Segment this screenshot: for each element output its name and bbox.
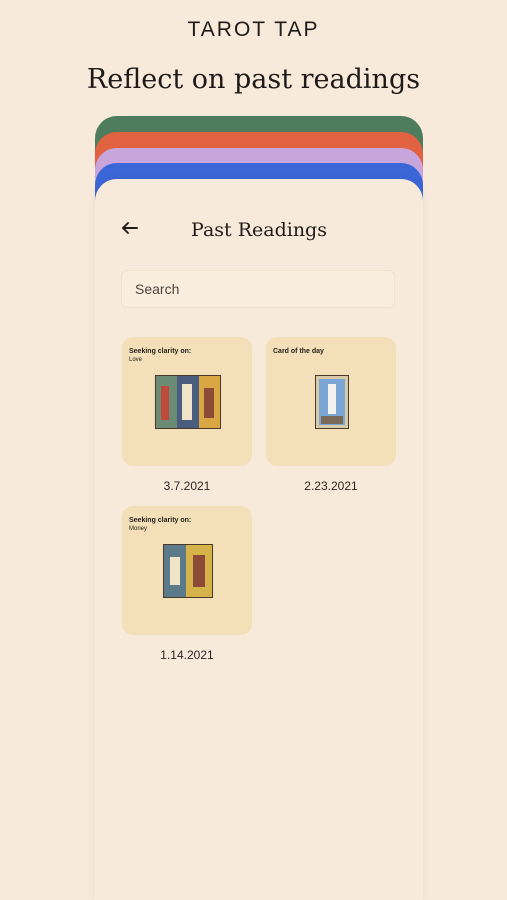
past-readings-screen: Past Readings Seeking clarity on: Love 3… [95,179,423,900]
reading-item[interactable]: Seeking clarity on: Money 1.14.2021 [122,506,252,662]
reading-date: 3.7.2021 [163,479,211,493]
reading-topic: Money [129,526,148,532]
marketing-headline: Reflect on past readings [86,64,421,95]
reading-tile[interactable]: Seeking clarity on: Love [122,337,252,466]
reading-label: Seeking clarity on: [129,348,192,355]
tarot-card-image [155,375,221,429]
tarot-card-image [315,375,349,429]
search-input[interactable] [121,270,395,308]
reading-tile[interactable]: Card of the day [266,337,396,466]
page-title: Past Readings [191,219,327,241]
tarot-card-image [163,544,213,598]
reading-date: 2.23.2021 [304,479,358,493]
reading-item[interactable]: Card of the day 2.23.2021 [266,337,396,493]
reading-label: Seeking clarity on: [129,517,192,524]
app-brand: TAROT TAP [187,18,320,41]
reading-label: Card of the day [273,348,324,355]
reading-item[interactable]: Seeking clarity on: Love 3.7.2021 [122,337,252,493]
reading-tile[interactable]: Seeking clarity on: Money [122,506,252,635]
reading-date: 1.14.2021 [160,648,214,662]
reading-topic: Love [129,357,143,363]
